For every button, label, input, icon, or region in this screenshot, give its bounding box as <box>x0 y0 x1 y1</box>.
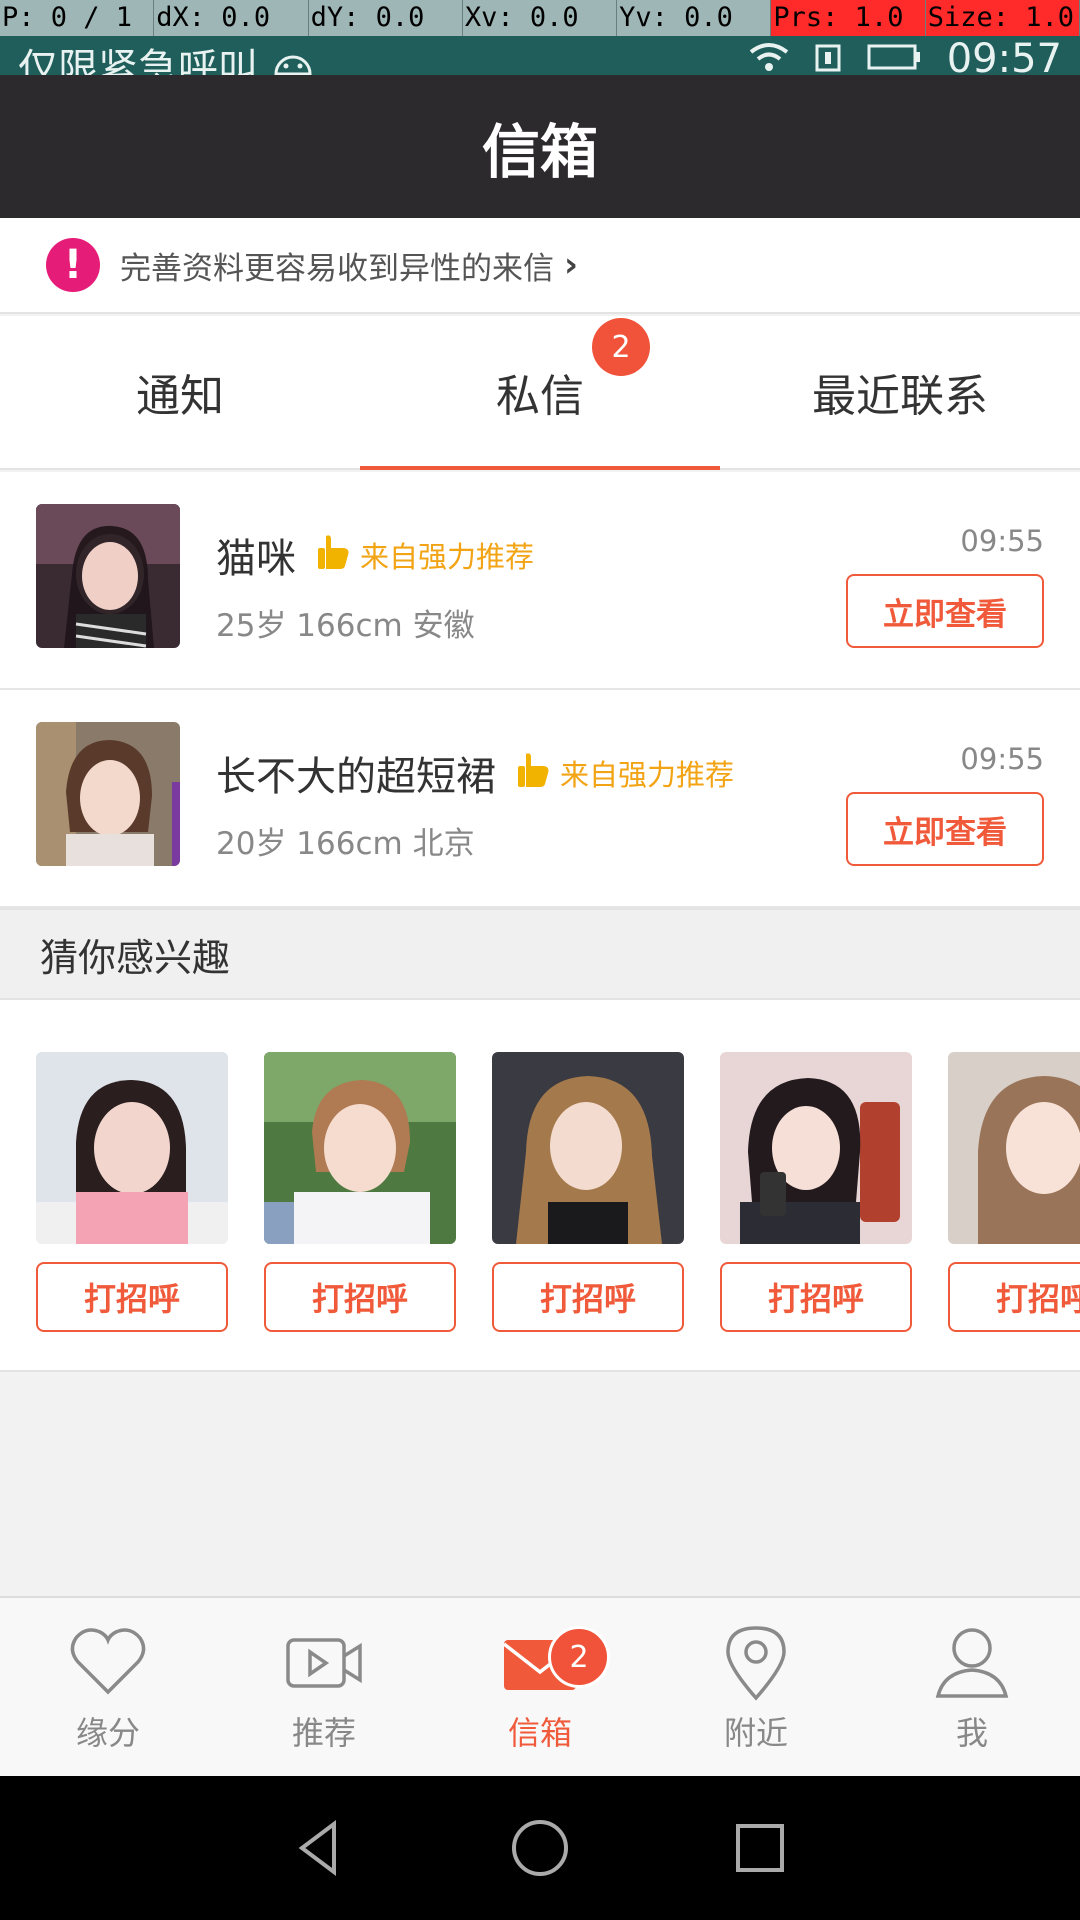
back-icon[interactable] <box>288 1816 352 1880</box>
debug-pointer: P: 0 / 1 <box>0 0 155 36</box>
recommend-tag: 来自强力推荐 <box>516 750 734 797</box>
tab-recent-contacts[interactable]: 最近联系 <box>720 316 1080 468</box>
page-title: 信箱 <box>0 75 1080 218</box>
section-title: 猜你感兴趣 <box>0 908 1080 1000</box>
message-row[interactable]: 长不大的超短裙 来自强力推荐 20岁 166cm 北京 09:55 立即查看 <box>0 690 1080 908</box>
tab-label: 通知 <box>136 371 224 422</box>
recommend-text: 来自强力推荐 <box>360 540 535 574</box>
say-hi-button[interactable]: 打招呼 <box>36 1262 228 1332</box>
avatar[interactable] <box>36 722 180 866</box>
say-hi-button[interactable]: 打招呼 <box>948 1262 1080 1332</box>
suggestion-photo[interactable] <box>720 1052 912 1244</box>
bottom-navigation: 缘分 推荐 2 信箱 附近 我 <box>0 1596 1080 1776</box>
system-navigation-bar <box>0 1776 1080 1920</box>
notice-text: 完善资料更容易收到异性的来信 <box>120 250 554 287</box>
suggestion-card: 打招呼 <box>36 1052 228 1332</box>
message-time: 09:55 <box>960 524 1044 558</box>
nav-item-inbox[interactable]: 2 信箱 <box>432 1598 648 1776</box>
unread-badge: 2 <box>592 318 650 376</box>
suggestion-photo[interactable] <box>492 1052 684 1244</box>
nav-label: 信箱 <box>507 1714 572 1752</box>
suggestion-card: 打招呼 <box>948 1052 1080 1332</box>
nav-item-fate[interactable]: 缘分 <box>0 1598 216 1776</box>
avatar[interactable] <box>36 504 180 648</box>
debug-yv: Yv: 0.0 <box>617 0 772 36</box>
tab-private-messages[interactable]: 私信 2 <box>360 316 720 470</box>
say-hi-button[interactable]: 打招呼 <box>720 1262 912 1332</box>
suggestion-carousel[interactable]: 打招呼 打招呼 打招呼 打招呼 打招呼 <box>0 1000 1080 1372</box>
suggestion-card: 打招呼 <box>720 1052 912 1332</box>
suggestion-photo[interactable] <box>264 1052 456 1244</box>
suggestion-photo[interactable] <box>36 1052 228 1244</box>
debug-dy: dY: 0.0 <box>309 0 463 36</box>
location-pin-icon <box>726 1626 786 1701</box>
tab-label: 私信 <box>496 371 584 422</box>
thumbs-up-icon <box>316 532 352 579</box>
nav-label: 推荐 <box>291 1714 356 1752</box>
nav-item-nearby[interactable]: 附近 <box>648 1598 864 1776</box>
debug-xv: Xv: 0.0 <box>463 0 618 36</box>
message-time: 09:55 <box>960 742 1044 776</box>
suggestion-photo[interactable] <box>948 1052 1080 1244</box>
nav-item-me[interactable]: 我 <box>864 1598 1080 1776</box>
sender-info: 20岁 166cm 北京 <box>216 826 475 862</box>
debug-pressure: Prs: 1.0 <box>771 0 926 36</box>
video-icon <box>286 1638 362 1688</box>
sender-info: 25岁 166cm 安徽 <box>216 608 475 644</box>
message-row[interactable]: 猫咪 来自强力推荐 25岁 166cm 安徽 09:55 立即查看 <box>0 472 1080 690</box>
say-hi-button[interactable]: 打招呼 <box>492 1262 684 1332</box>
sender-name: 猫咪 <box>216 536 296 582</box>
view-now-button[interactable]: 立即查看 <box>846 792 1044 866</box>
nav-label: 附近 <box>723 1714 788 1752</box>
say-hi-button[interactable]: 打招呼 <box>264 1262 456 1332</box>
inbox-badge: 2 <box>548 1626 610 1688</box>
chevron-right-icon: › <box>564 245 579 285</box>
nav-label: 我 <box>955 1714 988 1752</box>
debug-dx: dX: 0.0 <box>154 0 309 36</box>
suggestion-card: 打招呼 <box>264 1052 456 1332</box>
tab-notifications[interactable]: 通知 <box>0 316 360 468</box>
suggestion-card: 打招呼 <box>492 1052 684 1332</box>
tab-label: 最近联系 <box>812 371 988 422</box>
nav-item-recommend[interactable]: 推荐 <box>216 1598 432 1776</box>
exclamation-icon: ! <box>46 238 100 292</box>
pointer-debug-bar: P: 0 / 1 dX: 0.0 dY: 0.0 Xv: 0.0 Yv: 0.0… <box>0 0 1080 36</box>
recent-apps-icon[interactable] <box>728 1816 792 1880</box>
person-icon <box>935 1628 1009 1698</box>
sender-name: 长不大的超短裙 <box>216 754 496 800</box>
recommend-text: 来自强力推荐 <box>560 758 735 792</box>
heart-icon <box>70 1628 146 1695</box>
nav-label: 缘分 <box>75 1714 140 1752</box>
inbox-tabs: 通知 私信 2 最近联系 <box>0 316 1080 470</box>
message-list: 猫咪 来自强力推荐 25岁 166cm 安徽 09:55 立即查看 长不大的超短… <box>0 472 1080 908</box>
recommend-tag: 来自强力推荐 <box>316 532 534 579</box>
profile-notice[interactable]: ! 完善资料更容易收到异性的来信 › <box>0 218 1080 314</box>
view-now-button[interactable]: 立即查看 <box>846 574 1044 648</box>
debug-size: Size: 1.0 <box>925 0 1080 36</box>
home-icon[interactable] <box>508 1816 572 1880</box>
thumbs-up-icon <box>516 750 552 797</box>
